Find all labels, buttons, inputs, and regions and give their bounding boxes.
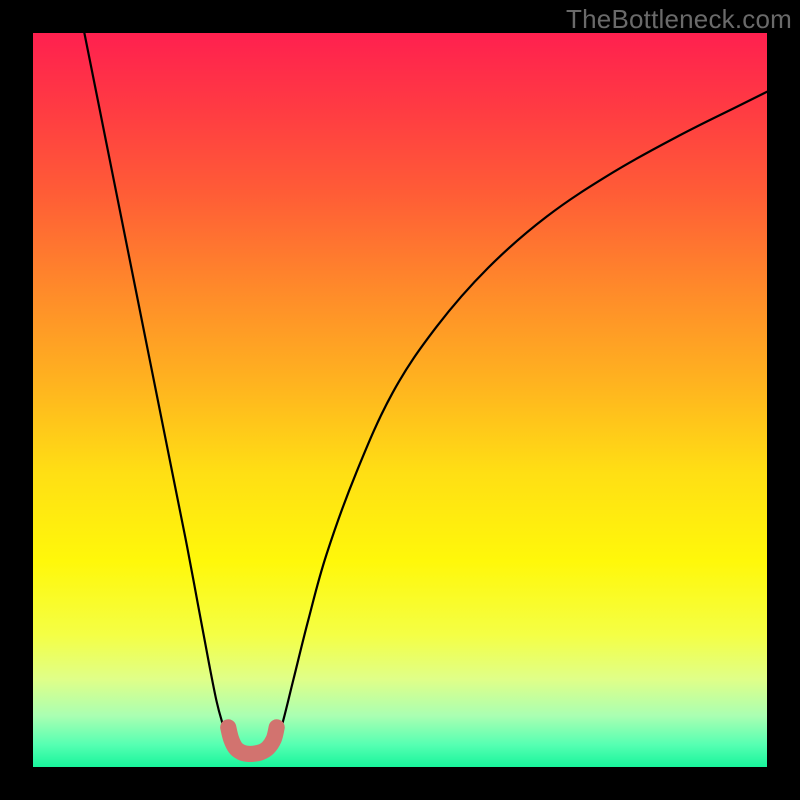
chart-frame: TheBottleneck.com bbox=[0, 0, 800, 800]
curve-left bbox=[84, 33, 232, 745]
curve-right bbox=[275, 92, 767, 745]
plot-area bbox=[33, 33, 767, 767]
valley-marker bbox=[228, 727, 276, 754]
chart-canvas bbox=[33, 33, 767, 767]
watermark-label: TheBottleneck.com bbox=[566, 4, 792, 35]
